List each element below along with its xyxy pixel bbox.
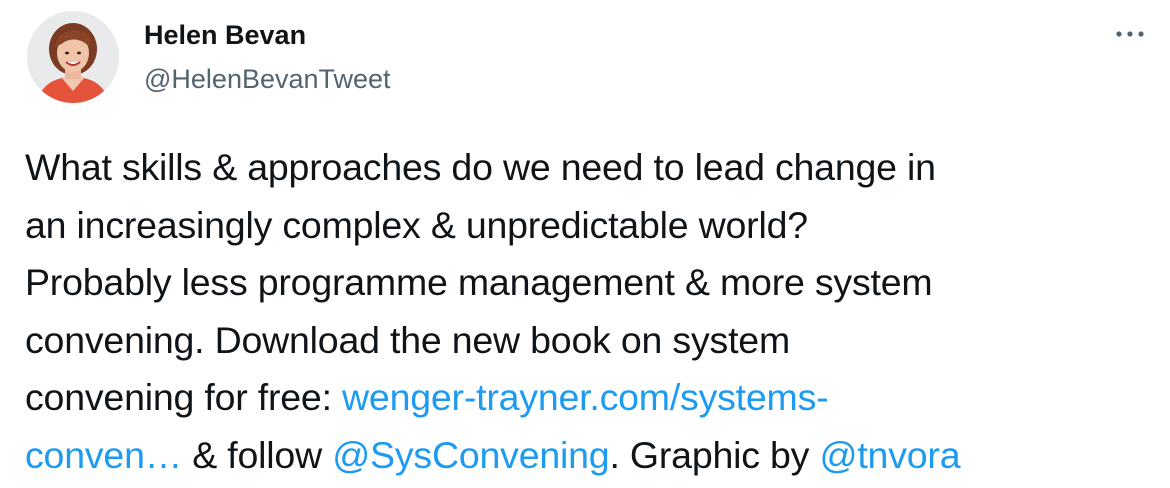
tweet-line-5-text: convening for free: — [25, 376, 343, 418]
tweet-line-2: an increasingly complex & unpredictable … — [25, 203, 808, 246]
mention-tnvora[interactable]: @tnvora — [819, 434, 960, 476]
profile-photo — [27, 11, 119, 103]
tweet-url-link-continued[interactable]: conven… — [25, 434, 182, 476]
tweet-line-6: conven… & follow @SysConvening. Graphic … — [25, 427, 1155, 485]
tweet-line-4: convening. Download the new book on syst… — [25, 318, 790, 361]
more-options-button[interactable] — [1110, 18, 1150, 50]
author-info: Helen Bevan @HelenBevanTweet — [144, 17, 391, 97]
author-display-name[interactable]: Helen Bevan — [144, 17, 391, 53]
tweet-line-6-text-1: & follow — [182, 433, 333, 476]
mention-sysconvening[interactable]: @SysConvening — [332, 434, 609, 476]
avatar[interactable] — [27, 11, 119, 103]
more-options-icon — [1116, 31, 1144, 37]
tweet-line-5: convening for free: wenger-trayner.com/s… — [25, 369, 1155, 427]
tweet-url-link[interactable]: wenger-trayner.com/systems- — [342, 376, 829, 418]
tweet-line-1: What skills & approaches do we need to l… — [25, 146, 936, 188]
tweet-text: What skills & approaches do we need to l… — [25, 139, 1155, 484]
tweet-line-6-text-2: . Graphic by — [609, 433, 820, 476]
tweet-line-3: Probably less programme management & mor… — [25, 261, 933, 303]
tweet: Helen Bevan @HelenBevanTweet What skills… — [0, 0, 1170, 488]
author-handle[interactable]: @HelenBevanTweet — [144, 61, 391, 97]
